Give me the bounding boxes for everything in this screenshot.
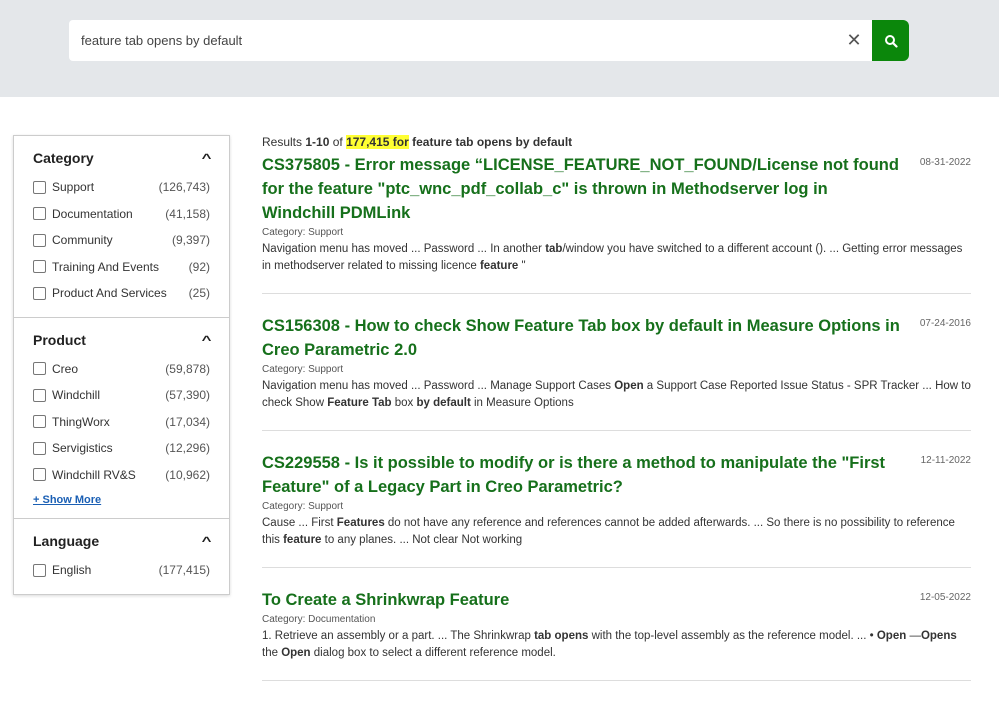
result-item: 07-24-2016 CS156308 - How to check Show F… xyxy=(262,314,971,431)
facet-label: Support xyxy=(52,180,95,195)
checkbox[interactable] xyxy=(33,362,46,376)
result-category: Category: Documentation xyxy=(262,614,376,625)
facet-label: Documentation xyxy=(52,206,133,221)
result-title-link[interactable]: CS229558 - Is it possible to modify or i… xyxy=(262,451,902,499)
facet-header[interactable]: Language ^ xyxy=(33,533,212,549)
chevron-up-icon[interactable]: ^ xyxy=(202,534,212,548)
checkbox[interactable] xyxy=(33,180,46,194)
checkbox[interactable] xyxy=(33,441,46,455)
facet-title: Language xyxy=(33,533,100,549)
facet-count: (92) xyxy=(188,259,210,274)
show-more-link[interactable]: + Show More xyxy=(33,494,210,506)
facet-label: Windchill RV&S xyxy=(52,467,136,482)
facet-item[interactable]: Product And Services (25) xyxy=(33,280,210,307)
result-item: 12-05-2022 To Create a Shrinkwrap Feature… xyxy=(262,588,971,681)
facet-header[interactable]: Category ^ xyxy=(33,150,212,166)
facet-sidebar: Category ^ Support (126,743) Documentation (4… xyxy=(13,135,230,595)
facet-count: (17,034) xyxy=(165,414,210,429)
checkbox[interactable] xyxy=(33,260,46,274)
checkbox[interactable] xyxy=(33,233,46,247)
result-date: 12-05-2022 xyxy=(919,592,971,603)
result-snippet: Navigation menu has moved ... Password .… xyxy=(262,380,971,409)
facet-count: (10,962) xyxy=(165,467,210,482)
result-snippet: Cause ... First Features do not have any… xyxy=(262,517,955,546)
checkbox[interactable] xyxy=(33,286,46,300)
facet-label: Community xyxy=(52,233,113,248)
summary-query: feature tab opens by default xyxy=(408,135,573,149)
checkbox[interactable] xyxy=(33,563,46,577)
facet-category: Category ^ Support (126,743) Documentation (4… xyxy=(14,136,229,318)
facet-label: Product And Services xyxy=(52,286,167,301)
facet-item[interactable]: Servigistics (12,296) xyxy=(33,435,210,462)
facet-count: (126,743) xyxy=(158,180,210,195)
facet-item[interactable]: Support (126,743) xyxy=(33,174,210,201)
result-category: Category: Support xyxy=(262,364,344,375)
search-button[interactable] xyxy=(872,20,909,61)
facet-count: (59,878) xyxy=(165,361,210,376)
facet-count: (57,390) xyxy=(165,388,210,403)
result-date: 12-11-2022 xyxy=(920,455,971,466)
result-snippet: Navigation menu has moved ... Password .… xyxy=(262,243,963,272)
checkbox[interactable] xyxy=(33,415,46,429)
result-category: Category: Support xyxy=(262,227,344,238)
summary-prefix: Results xyxy=(262,135,306,149)
search-icon xyxy=(884,34,898,48)
search-input[interactable] xyxy=(69,33,836,48)
result-item: 12-11-2022 CS229558 - Is it possible to m… xyxy=(262,451,971,568)
chevron-up-icon[interactable]: ^ xyxy=(202,333,212,347)
facet-item[interactable]: Documentation (41,158) xyxy=(33,201,210,228)
result-title-link[interactable]: To Create a Shrinkwrap Feature xyxy=(262,588,902,612)
facet-header[interactable]: Product ^ xyxy=(33,331,212,348)
search-box: ✕ xyxy=(69,20,872,61)
facet-count: (177,415) xyxy=(158,563,210,578)
facet-language: Language ^ English (177,415) xyxy=(14,519,229,594)
facet-item[interactable]: Creo (59,878) xyxy=(33,356,210,383)
facet-label: ThingWorx xyxy=(52,414,110,429)
search-header: ✕ xyxy=(0,0,999,97)
facet-item[interactable]: Community (9,397) xyxy=(33,227,210,254)
clear-icon[interactable]: ✕ xyxy=(836,30,872,51)
facet-label: Windchill xyxy=(52,388,101,403)
summary-range: 1-10 xyxy=(305,135,330,149)
result-title-link[interactable]: CS375805 - Error message “LICENSE_FEATUR… xyxy=(262,153,902,225)
facet-item[interactable]: Windchill RV&S (10,962) xyxy=(33,462,210,489)
results-summary: Results 1-10 of 177,415 for feature tab … xyxy=(262,135,971,149)
checkbox[interactable] xyxy=(33,388,46,402)
facet-product: Product ^ Creo (59,878) Windchill (57,390) Thi… xyxy=(14,318,229,519)
facet-count: (12,296) xyxy=(165,441,210,456)
facet-title: Category xyxy=(33,150,94,166)
checkbox[interactable] xyxy=(33,207,46,221)
facet-count: (9,397) xyxy=(171,233,210,248)
result-snippet: 1. Retrieve an assembly or a part. ... T… xyxy=(262,630,957,659)
facet-item[interactable]: English (177,415) xyxy=(33,557,210,584)
chevron-up-icon[interactable]: ^ xyxy=(202,151,212,165)
facet-label: English xyxy=(52,563,92,578)
facet-item[interactable]: Windchill (57,390) xyxy=(33,382,210,409)
summary-total: 177,415 for xyxy=(346,135,409,149)
summary-of: of xyxy=(329,135,347,149)
facet-count: (25) xyxy=(188,286,210,301)
result-date: 07-24-2016 xyxy=(919,318,971,329)
facet-item[interactable]: ThingWorx (17,034) xyxy=(33,409,210,436)
facet-label: Servigistics xyxy=(52,441,113,456)
facet-label: Creo xyxy=(52,361,79,376)
facet-count: (41,158) xyxy=(165,206,210,221)
result-date: 08-31-2022 xyxy=(919,157,971,168)
checkbox[interactable] xyxy=(33,468,46,482)
facet-title: Product xyxy=(33,331,86,348)
result-item: 08-31-2022 CS375805 - Error message “LICE… xyxy=(262,153,971,294)
result-title-link[interactable]: CS156308 - How to check Show Feature Tab… xyxy=(262,314,902,362)
facet-item[interactable]: Training And Events (92) xyxy=(33,254,210,281)
facet-label: Training And Events xyxy=(52,259,159,274)
results-panel: Results 1-10 of 177,415 for feature tab … xyxy=(262,135,971,701)
results-list: 08-31-2022 CS375805 - Error message “LICE… xyxy=(262,153,971,681)
result-category: Category: Support xyxy=(262,501,344,512)
